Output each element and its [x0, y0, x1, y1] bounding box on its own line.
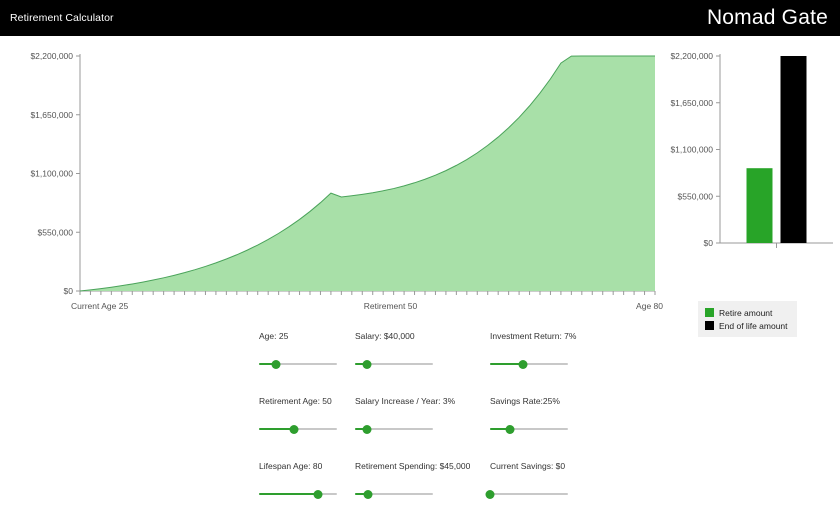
legend-label-retire-amount: Retire amount — [719, 307, 773, 318]
control-current-savings: Current Savings: $0 — [485, 461, 595, 526]
control-salary-increase: Salary Increase / Year: 3% — [355, 396, 490, 461]
control-label-investment-return: Investment Return: 7% — [490, 331, 577, 341]
control-retirement-age: Retirement Age: 50 — [259, 396, 355, 461]
slider-current-savings[interactable] — [485, 489, 568, 499]
control-age: Age: 25 — [259, 331, 355, 396]
y-axis-tick-label: $550,000 — [38, 227, 74, 237]
legend-swatch-black — [705, 321, 714, 330]
slider-thumb-salary-increase[interactable] — [362, 424, 372, 434]
slider-thumb-lifespan-age[interactable] — [313, 489, 323, 499]
x-axis-caption-middle: Retirement 50 — [364, 301, 418, 311]
app-header: Retirement Calculator Nomad Gate — [0, 0, 840, 36]
slider-retirement-age[interactable] — [259, 424, 337, 434]
y-axis-tick-label: $2,200,000 — [670, 51, 713, 61]
slider-thumb-age[interactable] — [271, 359, 281, 369]
charts-region: $0 $550,000 $1,100,000 $1,650,000 $2,200,000… — [0, 36, 840, 337]
x-axis-caption-start: Current Age 25 — [71, 301, 128, 311]
control-label-salary-increase: Salary Increase / Year: 3% — [355, 396, 456, 406]
slider-investment-return[interactable] — [490, 359, 568, 369]
slider-thumb-investment-return[interactable] — [518, 359, 528, 369]
y-axis-tick-label: $2,200,000 — [30, 51, 73, 61]
legend-item-retire-amount[interactable]: Retire amount — [705, 306, 790, 319]
control-label-lifespan-age: Lifespan Age: 80 — [259, 461, 323, 471]
control-retirement-spending: Retirement Spending: $45,000 — [355, 461, 490, 526]
y-axis-tick-label: $1,100,000 — [30, 169, 73, 179]
slider-fill-lifespan-age — [259, 493, 319, 495]
control-label-retirement-spending: Retirement Spending: $45,000 — [355, 461, 471, 471]
control-label-salary: Salary: $40,000 — [355, 331, 415, 341]
slider-thumb-salary[interactable] — [362, 359, 372, 369]
y-axis-tick-label: $0 — [64, 286, 74, 296]
legend-swatch-green — [705, 308, 714, 317]
page-title: Retirement Calculator — [10, 12, 114, 24]
legend-label-end-of-life-amount: End of life amount — [719, 320, 788, 331]
brand-logo: Nomad Gate — [706, 6, 828, 29]
summary-bar-chart: $0 $550,000 $1,100,000 $1,650,000 $2,200,000 — [668, 36, 840, 321]
bar-end-of-life-amount — [780, 56, 807, 243]
slider-thumb-retirement-age[interactable] — [289, 424, 299, 434]
bar-chart-svg: $0 $550,000 $1,100,000 $1,650,000 $2,200,000 — [670, 51, 833, 248]
portfolio-area-chart: $0 $550,000 $1,100,000 $1,650,000 $2,200,000… — [0, 36, 670, 321]
slider-salary-increase[interactable] — [355, 424, 433, 434]
y-axis-tick-label: $1,650,000 — [670, 98, 713, 108]
chart-legend: Retire amount End of life amount — [698, 301, 797, 337]
area-fill — [80, 56, 655, 291]
y-axis-tick-label: $550,000 — [678, 191, 714, 201]
slider-salary[interactable] — [355, 359, 433, 369]
slider-track-current-savings[interactable] — [490, 493, 568, 495]
control-label-age: Age: 25 — [259, 331, 289, 341]
control-label-current-savings: Current Savings: $0 — [490, 461, 566, 471]
slider-controls-grid: Age: 25 Salary: $40,000 Investment Return:… — [259, 331, 599, 526]
x-axis-caption-end: Age 80 — [636, 301, 663, 311]
y-axis-tick-label: $0 — [704, 238, 714, 248]
slider-thumb-savings-rate[interactable] — [505, 424, 514, 434]
slider-thumb-retirement-spending[interactable] — [363, 489, 373, 499]
y-axis-tick-label: $1,100,000 — [670, 145, 713, 155]
bar-retire-amount — [746, 168, 773, 243]
control-lifespan-age: Lifespan Age: 80 — [259, 461, 355, 526]
control-label-savings-rate: Savings Rate:25% — [490, 396, 560, 406]
slider-age[interactable] — [259, 359, 337, 369]
control-investment-return: Investment Return: 7% — [490, 331, 595, 396]
legend-item-end-of-life-amount[interactable]: End of life amount — [705, 319, 790, 332]
slider-thumb-current-savings[interactable] — [485, 489, 495, 499]
control-savings-rate: Savings Rate:25% — [490, 396, 595, 461]
y-axis-tick-label: $1,650,000 — [30, 110, 73, 120]
area-chart-svg: $0 $550,000 $1,100,000 $1,650,000 $2,200,000… — [30, 51, 663, 311]
slider-savings-rate[interactable] — [490, 424, 568, 434]
slider-lifespan-age[interactable] — [259, 489, 337, 499]
control-label-retirement-age: Retirement Age: 50 — [259, 396, 332, 406]
slider-retirement-spending[interactable] — [355, 489, 433, 499]
control-salary: Salary: $40,000 — [355, 331, 490, 396]
